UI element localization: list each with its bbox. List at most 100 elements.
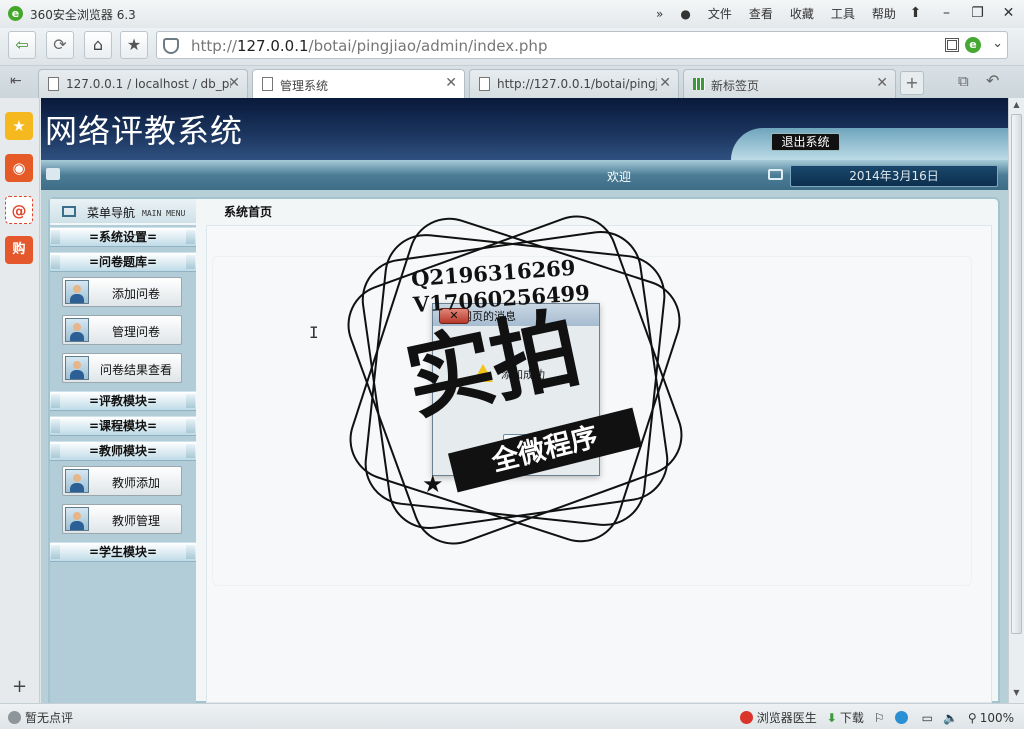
- menu-tools[interactable]: 工具: [831, 5, 855, 22]
- browser-doctor[interactable]: 浏览器医生: [739, 709, 817, 726]
- menu-favorites[interactable]: 收藏: [790, 5, 814, 22]
- refresh-button[interactable]: ⟳: [46, 31, 74, 59]
- close-window-button[interactable]: ✕: [993, 0, 1024, 26]
- menu-file[interactable]: 文件: [708, 5, 732, 22]
- address-dropdown-icon[interactable]: ⌄: [992, 36, 1003, 51]
- mail-icon[interactable]: @: [5, 196, 33, 224]
- text-cursor-icon: I: [309, 323, 319, 342]
- menu-title: 菜单导航: [87, 206, 136, 220]
- restore-button[interactable]: ❐: [962, 0, 993, 26]
- section-student[interactable]: =学生模块=: [50, 542, 196, 562]
- close-tab-icon[interactable]: ✕: [876, 75, 888, 91]
- add-teacher-button[interactable]: 教师添加: [62, 466, 182, 496]
- close-tab-icon[interactable]: ✕: [445, 75, 457, 91]
- weibo-icon[interactable]: ◉: [5, 154, 33, 182]
- new-tab-button[interactable]: +: [900, 71, 924, 95]
- browser-logo-icon: e: [8, 6, 23, 21]
- page-icon: [48, 77, 59, 91]
- add-sidebar-icon[interactable]: +: [12, 676, 27, 697]
- tab-label: http://127.0.0.1/botai/pingji: [497, 77, 657, 91]
- download-arrow-icon: ⬇: [826, 710, 837, 725]
- grid-icon: [693, 78, 705, 90]
- address-url[interactable]: http://127.0.0.1/botai/pingjiao/admin/in…: [191, 37, 547, 55]
- manage-questionnaire-button[interactable]: 管理问卷: [62, 315, 182, 345]
- content-title: 系统首页: [224, 205, 273, 219]
- page-icon: [479, 77, 490, 91]
- user-avatar-icon: [65, 356, 89, 380]
- browser-titlebar: e 360安全浏览器 6.3 » ● 文件 查看 收藏 工具 帮助 ⬆ – ❐ …: [0, 0, 1024, 28]
- questionnaire-results-button[interactable]: 问卷结果查看: [62, 353, 182, 383]
- favorites-star-icon[interactable]: ★: [5, 112, 33, 140]
- tab-label: 新标签页: [711, 79, 760, 93]
- status-comment[interactable]: 暂无点评: [25, 709, 73, 726]
- tab-pingjiao-url[interactable]: http://127.0.0.1/botai/pingji ✕: [469, 69, 679, 98]
- browser-app-title: 360安全浏览器 6.3: [30, 8, 136, 22]
- fullscreen-icon[interactable]: ▭: [922, 711, 933, 725]
- browser-navbar: ⇦ ⟳ ⌂ ★ http://127.0.0.1/botai/pingjiao/…: [0, 28, 1024, 66]
- menu-button-label: 添加问卷: [111, 287, 160, 301]
- menu-button-label: 问卷结果查看: [99, 363, 172, 377]
- menu-button-label: 教师添加: [111, 476, 160, 490]
- home-button[interactable]: ⌂: [84, 31, 112, 59]
- page-scrollbar[interactable]: ▲ ▼: [1008, 98, 1024, 703]
- ie-mode-icon[interactable]: [894, 711, 912, 724]
- site-title: 网络评教系统: [45, 112, 244, 150]
- bookmark-star-button[interactable]: ★: [120, 31, 148, 59]
- close-tab-icon[interactable]: ✕: [659, 75, 671, 91]
- scroll-thumb[interactable]: [1011, 114, 1022, 634]
- more-chevron-icon[interactable]: »: [656, 7, 663, 21]
- doctor-icon: [739, 711, 753, 724]
- address-bar[interactable]: http://127.0.0.1/botai/pingjiao/admin/in…: [156, 31, 1008, 59]
- browser-mode-icon[interactable]: e: [965, 37, 981, 53]
- skin-icon[interactable]: ⬆: [900, 0, 931, 26]
- monitor-icon: [768, 169, 783, 180]
- shopping-icon[interactable]: 购: [5, 236, 33, 264]
- logout-button[interactable]: 退出系统: [771, 133, 840, 151]
- zoom-control[interactable]: ⚲ 100%: [968, 711, 1014, 725]
- minimize-button[interactable]: –: [931, 0, 962, 26]
- dialog-close-button[interactable]: ✕: [439, 308, 469, 324]
- tab-admin-system[interactable]: 管理系统 ✕: [252, 69, 465, 98]
- current-date: 2014年3月16日: [790, 165, 998, 187]
- zoom-level: 100%: [979, 710, 1014, 725]
- sidebar-toggle-icon[interactable]: ⇤: [10, 73, 22, 89]
- add-questionnaire-button[interactable]: 添加问卷: [62, 277, 182, 307]
- section-course[interactable]: =课程模块=: [50, 416, 196, 436]
- security-shield-icon: [163, 38, 179, 54]
- section-system-settings[interactable]: =系统设置=: [50, 227, 196, 247]
- download-manager[interactable]: ⬇ 下载: [827, 709, 864, 726]
- dialog-ok-button[interactable]: [503, 434, 571, 458]
- dialog-titlebar: 来自网页的消息 ✕: [433, 304, 599, 326]
- back-button[interactable]: ⇦: [8, 31, 36, 59]
- tab-label: 127.0.0.1 / localhost / db_pi: [66, 77, 231, 91]
- section-evaluation[interactable]: =评教模块=: [50, 391, 196, 411]
- scroll-down-icon[interactable]: ▼: [1009, 688, 1024, 702]
- download-label: 下载: [839, 711, 864, 725]
- window-controls: ⬆ – ❐ ✕: [900, 0, 1024, 26]
- volume-icon[interactable]: 🔈: [943, 711, 958, 725]
- menu-title-en: MAIN MENU: [142, 209, 186, 218]
- user-account-icon[interactable]: ●: [680, 7, 690, 21]
- home-icon[interactable]: [46, 168, 60, 180]
- section-questionnaire-bank[interactable]: =问卷题库=: [50, 252, 196, 272]
- undo-close-icon[interactable]: ↶: [986, 71, 999, 90]
- user-avatar-icon: [65, 280, 89, 304]
- tab-list-icon[interactable]: ⧉: [958, 72, 969, 90]
- qr-code-icon[interactable]: [945, 38, 959, 52]
- close-tab-icon[interactable]: ✕: [228, 75, 240, 91]
- menu-help[interactable]: 帮助: [872, 5, 896, 22]
- ie-icon: [894, 711, 908, 724]
- manage-teacher-button[interactable]: 教师管理: [62, 504, 182, 534]
- tab-phpmyadmin[interactable]: 127.0.0.1 / localhost / db_pi ✕: [38, 69, 248, 98]
- comment-icon: [8, 711, 21, 724]
- page-icon: [262, 77, 273, 91]
- site-header: 网络评教系统 退出系统: [41, 98, 1008, 160]
- menu-view[interactable]: 查看: [749, 5, 773, 22]
- browser-sidebar: ★ ◉ @ 购 +: [0, 98, 40, 703]
- dialog-message: 添加成功: [501, 368, 545, 381]
- tab-new-tab[interactable]: 新标签页 ✕: [683, 69, 896, 98]
- scroll-up-icon[interactable]: ▲: [1009, 100, 1024, 114]
- speed-icon[interactable]: ⚐: [874, 711, 885, 725]
- warning-icon: [473, 364, 493, 382]
- section-teacher[interactable]: =教师模块=: [50, 441, 196, 461]
